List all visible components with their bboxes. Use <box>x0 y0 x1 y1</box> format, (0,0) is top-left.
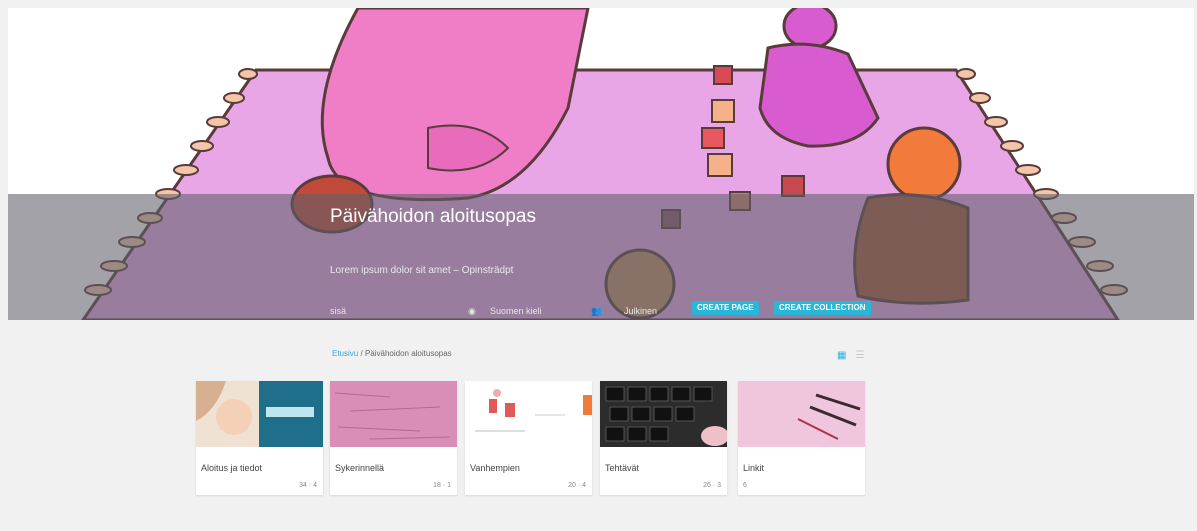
card-thumbnail <box>600 381 727 447</box>
list-view-icon[interactable]: ☰ <box>855 351 865 361</box>
breadcrumb-current: Päivähoidon aloitusopas <box>364 349 452 358</box>
collection-card[interactable]: Vanhempien 20 · 4 <box>465 381 592 495</box>
collection-card[interactable]: Linkit 6 <box>738 381 865 495</box>
breadcrumb-separator: / <box>360 349 363 358</box>
card-thumbnail <box>196 381 323 447</box>
card-title: Aloitus ja tiedot <box>201 463 263 473</box>
language-label: Suomen kieli <box>490 306 542 316</box>
page: Päivähoidon aloitusopas Lorem ipsum dolo… <box>8 8 1194 531</box>
card-footer: 26 · 3 <box>703 482 721 489</box>
card-title: Linkit <box>743 463 765 473</box>
page-subtitle: Lorem ipsum dolor sit amet – Opinsträdpt <box>330 265 514 276</box>
card-thumbnail <box>738 381 865 447</box>
collection-card[interactable]: Aloitus ja tiedot 34 · 4 <box>196 381 323 495</box>
card-thumbnail <box>465 381 592 447</box>
card-footer: 20 · 4 <box>568 482 586 489</box>
collection-card[interactable]: Sykerinnellä 18 · 1 <box>330 381 457 495</box>
create-page-button[interactable]: CREATE PAGE <box>692 301 759 315</box>
card-title: Tehtävät <box>605 463 640 473</box>
create-collection-button[interactable]: CREATE COLLECTION <box>774 301 871 315</box>
visibility-label: Julkinen <box>624 306 658 316</box>
grid-view-icon[interactable]: ▦ <box>837 351 847 361</box>
people-icon: 👥 <box>591 306 603 316</box>
card-footer: 34 · 4 <box>299 482 317 489</box>
collection-card[interactable]: Tehtävät 26 · 3 <box>600 381 727 495</box>
view-toggle: ▦ ☰ <box>833 345 865 363</box>
cover-overlay-band <box>8 194 1194 320</box>
author-label: sisä <box>330 306 347 316</box>
breadcrumb: Etusivu / Päivähoidon aloitusopas <box>332 349 452 358</box>
breadcrumb-home-link[interactable]: Etusivu <box>332 349 358 358</box>
card-title: Vanhempien <box>470 463 520 473</box>
card-footer: 6 <box>743 482 747 489</box>
card-thumbnail <box>330 381 457 447</box>
card-footer: 18 · 1 <box>433 482 451 489</box>
eye-icon: ◉ <box>468 306 476 316</box>
card-title: Sykerinnellä <box>335 463 385 473</box>
page-title: Päivähoidon aloitusopas <box>330 206 536 227</box>
cover-image: Päivähoidon aloitusopas Lorem ipsum dolo… <box>8 8 1194 320</box>
